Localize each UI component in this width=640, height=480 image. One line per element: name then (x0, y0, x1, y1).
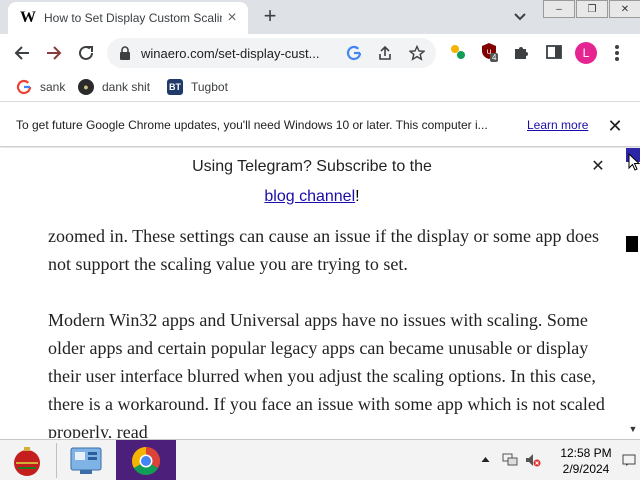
windows-taskbar: 12:58 PM 2/9/2024 (0, 439, 640, 480)
network-icon[interactable] (502, 452, 518, 468)
back-arrow-icon[interactable] (11, 42, 33, 64)
lock-icon[interactable] (117, 45, 133, 61)
action-center-icon[interactable] (622, 453, 636, 467)
article-paragraph: zoomed in. These settings can cause an i… (48, 226, 600, 274)
taskbar-separator (56, 443, 57, 478)
reload-icon[interactable] (75, 42, 97, 64)
system-clock[interactable]: 12:58 PM 2/9/2024 (553, 445, 619, 477)
tab-search-chevron-icon[interactable] (512, 8, 528, 24)
scroll-marker (626, 236, 638, 252)
clock-time: 12:58 PM (560, 446, 612, 460)
tab-strip: W How to Set Display Custom Scaling in W… (0, 0, 640, 34)
forward-arrow-icon[interactable] (43, 42, 65, 64)
tab-close-icon[interactable]: × (224, 10, 240, 26)
google-g-icon[interactable] (346, 45, 362, 61)
close-window-button[interactable]: ✕ (609, 0, 640, 18)
control-panel-taskbar-button[interactable] (58, 440, 114, 480)
infobar-close-icon[interactable]: ✕ (607, 117, 623, 135)
profile-avatar[interactable]: L (575, 42, 597, 64)
infobar-message: To get future Google Chrome updates, you… (16, 118, 488, 132)
bookmark-label: sank (40, 80, 66, 94)
site-icon: ● (78, 79, 94, 95)
bookmark-star-icon[interactable] (409, 45, 425, 61)
banner-close-icon[interactable]: ✕ (591, 159, 605, 175)
chrome-taskbar-button[interactable] (116, 440, 176, 480)
christmas-ornament-icon (14, 446, 40, 476)
bookmark-sank[interactable]: sank (16, 77, 65, 97)
new-tab-button[interactable]: + (258, 5, 282, 29)
update-infobar: To get future Google Chrome updates, you… (0, 103, 640, 147)
bookmarks-bar: sank ● dank shit BT Tugbot (0, 72, 640, 102)
browser-toolbar: winaero.com/set-display-cust... u 4 (0, 34, 640, 72)
restore-button[interactable]: ❐ (576, 0, 608, 18)
telegram-banner-link-line: blog channel! (0, 188, 624, 206)
banner-suffix: ! (355, 188, 360, 205)
window-controls: ‒ ❐ ✕ (543, 0, 640, 18)
address-bar[interactable]: winaero.com/set-display-cust... (107, 38, 436, 68)
article-body: zoomed in. These settings can cause an i… (48, 222, 608, 438)
extension-colorful-icon[interactable] (449, 43, 467, 61)
article-paragraph: Modern Win32 apps and Universal apps hav… (48, 310, 605, 438)
bookmark-dank-shit[interactable]: ● dank shit (78, 77, 150, 97)
side-panel-icon[interactable] (545, 43, 563, 61)
extensions-puzzle-icon[interactable] (512, 43, 530, 61)
tugbot-icon: BT (167, 79, 183, 95)
control-panel-icon (70, 447, 102, 474)
minimize-button[interactable]: ‒ (543, 0, 575, 18)
scroll-down-arrow-icon[interactable]: ▼ (626, 422, 640, 436)
page-content: Using Telegram? Subscribe to the blog ch… (0, 148, 626, 438)
chrome-icon (132, 446, 160, 475)
tab-title: How to Set Display Custom Scaling in Win… (44, 11, 222, 25)
google-icon (16, 79, 32, 95)
winaero-favicon-icon: W (20, 9, 36, 26)
bookmark-label: dank shit (102, 80, 151, 94)
blog-channel-link[interactable]: blog channel (264, 188, 355, 205)
page-scrollbar[interactable]: ▼ (626, 148, 640, 438)
extension-badge: 4 (490, 53, 499, 62)
clock-date: 2/9/2024 (562, 462, 610, 476)
start-button[interactable] (0, 440, 54, 480)
show-hidden-icons-icon[interactable] (481, 455, 490, 464)
kebab-menu-icon[interactable] (614, 44, 620, 62)
bookmark-tugbot[interactable]: BT Tugbot (167, 77, 228, 97)
url-text[interactable]: winaero.com/set-display-cust... (141, 46, 341, 61)
bookmark-label: Tugbot (191, 80, 228, 94)
share-icon[interactable] (377, 45, 393, 61)
volume-muted-icon[interactable] (525, 452, 541, 468)
ublock-extension-icon[interactable]: u 4 (481, 42, 501, 64)
mouse-cursor-icon (628, 153, 640, 171)
learn-more-link[interactable]: Learn more (527, 118, 588, 132)
telegram-banner-text: Using Telegram? Subscribe to the (192, 158, 432, 175)
browser-tab[interactable]: W How to Set Display Custom Scaling in W… (8, 2, 248, 34)
